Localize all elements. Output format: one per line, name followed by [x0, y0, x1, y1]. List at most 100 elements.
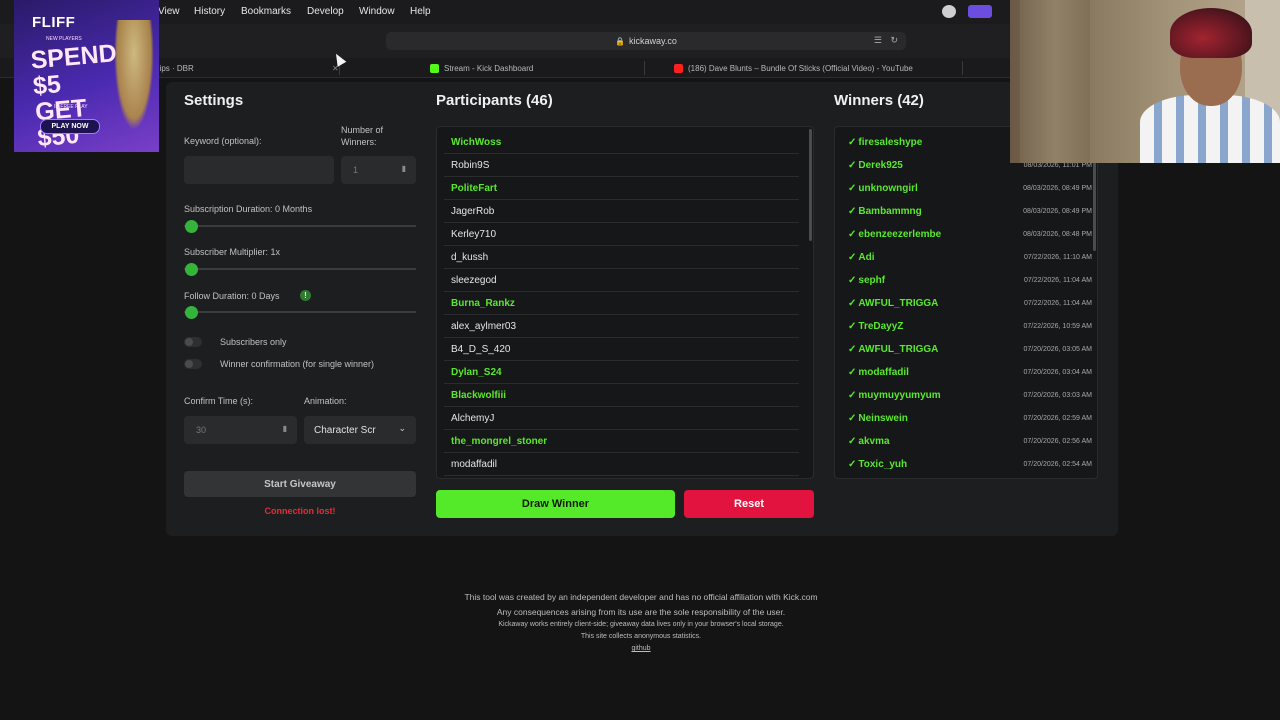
subscription-duration-slider[interactable]	[184, 220, 416, 233]
subscribers-only-toggle[interactable]	[184, 337, 202, 347]
ad-brand: FLIFF	[32, 14, 76, 31]
winners-count-value: 1	[353, 165, 359, 175]
winner-row: ✓ akvma 07/20/2026, 02:56 AM	[848, 430, 1092, 453]
stepper-icon[interactable]: ▮	[283, 424, 287, 433]
participant-name: WichWoss	[451, 136, 502, 148]
check-icon: ✓	[848, 252, 857, 263]
screen-record-icon[interactable]	[968, 5, 992, 18]
winner-row: ✓ ebenzeezerlembe 08/03/2026, 08:48 PM	[848, 223, 1092, 246]
info-icon[interactable]: !	[300, 290, 311, 301]
participant-row: AlchemyJ	[444, 407, 799, 430]
winner-row: ✓ Toxic_yuh 07/20/2026, 02:54 AM	[848, 453, 1092, 476]
trophy-image	[114, 20, 154, 130]
winner-timestamp: 07/22/2026, 11:04 AM	[1024, 277, 1092, 284]
winner-row: ✓ modaffadil 07/20/2026, 03:04 AM	[848, 361, 1092, 384]
youtube-favicon-icon	[674, 63, 683, 73]
winner-name: Bambammng	[858, 206, 922, 217]
status-menu-icon[interactable]	[942, 5, 956, 18]
participants-scrollbar[interactable]	[809, 129, 812, 241]
participant-row: d_kussh	[444, 246, 799, 269]
winner-name: ebenzeezerlembe	[858, 229, 942, 240]
tab-clips[interactable]: Clips · DBR	[152, 58, 322, 78]
winner-row: ✓ Neinswein 07/20/2026, 02:59 AM	[848, 407, 1092, 430]
participant-name: B4_D_S_420	[451, 343, 511, 355]
slider-track	[184, 268, 416, 270]
winner-timestamp: 07/20/2026, 02:59 AM	[1023, 415, 1093, 422]
slider-knob[interactable]	[185, 220, 198, 233]
participant-row: Robin9S	[444, 154, 799, 177]
winner-timestamp: 07/20/2026, 03:03 AM	[1023, 392, 1093, 399]
participant-row: Burna_Rankz	[444, 292, 799, 315]
winner-name: Derek925	[858, 160, 903, 171]
footer-statistics: This site collects anonymous statistics.	[580, 633, 702, 640]
fliff-ad-overlay[interactable]: FLIFF NEW PLAYERS SPEND $5 GET $50 IN FR…	[14, 0, 159, 152]
animation-label: Animation:	[304, 396, 347, 406]
keyword-input[interactable]	[184, 156, 334, 184]
check-icon: ✓	[848, 137, 857, 148]
participant-row: WichWoss	[444, 131, 799, 154]
subscription-duration-label: Subscription Duration: 0 Months	[184, 204, 313, 214]
footer-responsibility: Any consequences arising from its use ar…	[496, 607, 786, 617]
winner-row: ✓ sephf 07/22/2026, 11:04 AM	[848, 269, 1092, 292]
winner-timestamp: 07/20/2026, 02:56 AM	[1023, 438, 1093, 445]
participant-name: Kerley710	[451, 228, 497, 240]
participant-name: modaffadil	[451, 458, 497, 470]
stepper-icon[interactable]: ▮	[402, 164, 406, 173]
settings-title: Settings	[184, 92, 244, 109]
winners-count-input[interactable]: 1 ▮	[341, 156, 416, 184]
follow-duration-slider[interactable]	[184, 306, 416, 319]
kick-favicon-icon	[430, 63, 439, 73]
winner-name: modaffadil	[858, 367, 909, 378]
check-icon: ✓	[848, 275, 857, 286]
menu-history[interactable]: History	[194, 6, 225, 17]
participant-row: the_mongrel_stoner	[444, 430, 799, 453]
check-icon: ✓	[848, 183, 857, 194]
check-icon: ✓	[848, 321, 857, 332]
menu-view[interactable]: View	[158, 6, 180, 17]
winner-timestamp: 07/20/2026, 02:54 AM	[1023, 461, 1093, 468]
participant-row: Dylan_S24	[444, 361, 799, 384]
address-bar[interactable]: 🔒 kickaway.co ☰ ↻	[386, 32, 906, 50]
slider-knob[interactable]	[185, 263, 198, 276]
winner-name: TreDayyZ	[858, 321, 904, 332]
participant-name: Burna_Rankz	[451, 297, 515, 309]
menu-develop[interactable]: Develop	[307, 6, 344, 17]
winner-timestamp: 08/03/2026, 08:48 PM	[1023, 231, 1092, 238]
subscribers-only-label: Subscribers only	[220, 337, 287, 347]
winner-name: AWFUL_TRIGGA	[858, 344, 939, 355]
github-link[interactable]: github	[340, 645, 942, 652]
winner-timestamp: 07/22/2026, 11:10 AM	[1024, 254, 1092, 261]
animation-select[interactable]: Character Scr ⌄	[304, 416, 416, 444]
follow-duration-label: Follow Duration: 0 Days	[184, 291, 280, 301]
reload-icon[interactable]: ↻	[890, 35, 898, 46]
start-giveaway-button[interactable]: Start Giveaway	[184, 471, 416, 497]
participant-row: PoliteFart	[444, 177, 799, 200]
translate-icon[interactable]: ☰	[874, 35, 882, 46]
participant-row: JagerRob	[444, 200, 799, 223]
tab-youtube[interactable]: (186) Dave Blunts – Bundle Of Sticks (Of…	[674, 58, 960, 78]
slider-track	[184, 311, 416, 313]
slider-knob[interactable]	[185, 306, 198, 319]
winner-timestamp: 07/20/2026, 03:04 AM	[1023, 369, 1093, 376]
winner-timestamp: 08/03/2026, 08:49 PM	[1023, 185, 1092, 192]
menu-bookmarks[interactable]: Bookmarks	[241, 6, 291, 17]
winner-row: ✓ AWFUL_TRIGGA 07/22/2026, 11:04 AM	[848, 292, 1092, 315]
ad-play-now-button[interactable]: PLAY NOW	[40, 119, 100, 134]
menu-window[interactable]: Window	[359, 6, 395, 17]
check-icon: ✓	[848, 206, 857, 217]
tab-kick-dashboard[interactable]: Stream - Kick Dashboard	[430, 58, 640, 78]
reset-button[interactable]: Reset	[684, 490, 814, 518]
winner-row: ✓ AWFUL_TRIGGA 07/20/2026, 03:05 AM	[848, 338, 1092, 361]
draw-winner-button[interactable]: Draw Winner	[436, 490, 675, 518]
keyword-label: Keyword (optional):	[184, 136, 262, 146]
menu-help[interactable]: Help	[410, 6, 431, 17]
tab-separator	[644, 61, 645, 75]
check-icon: ✓	[848, 160, 857, 171]
subscriber-multiplier-slider[interactable]	[184, 263, 416, 276]
winner-confirmation-toggle[interactable]	[184, 359, 202, 369]
check-icon: ✓	[848, 344, 857, 355]
winner-timestamp: 07/22/2026, 10:59 AM	[1023, 323, 1093, 330]
footer-client-side: Kickaway works entirely client-side; giv…	[498, 621, 784, 628]
confirm-time-input[interactable]: 30 ▮	[184, 416, 297, 444]
participant-name: sleezegod	[451, 274, 497, 286]
